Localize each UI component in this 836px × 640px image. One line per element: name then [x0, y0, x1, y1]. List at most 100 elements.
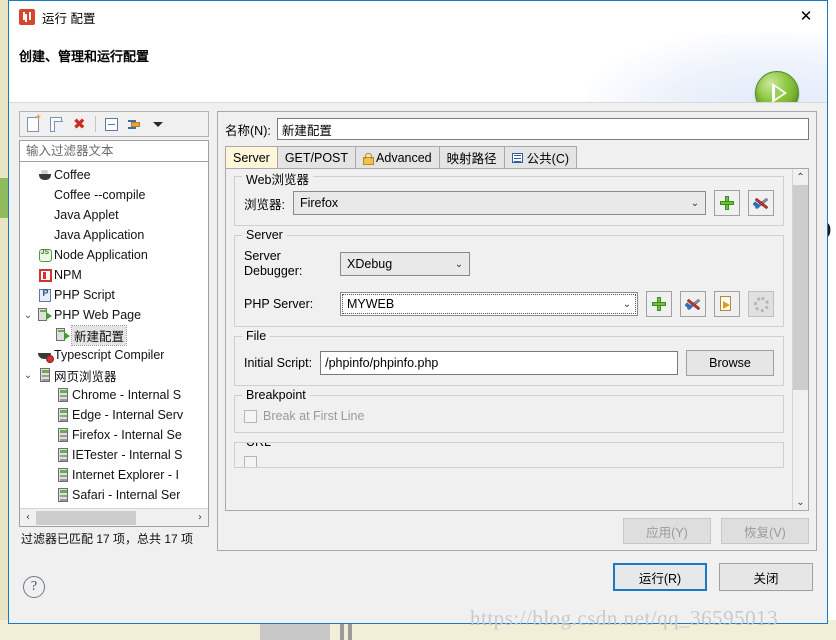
- breakpoint-group-label: Breakpoint: [242, 388, 310, 402]
- tree-item[interactable]: Coffee --compile: [20, 185, 208, 205]
- delete-configuration-button[interactable]: ✖: [71, 115, 88, 133]
- expand-toggle-icon[interactable]: ⌄: [20, 310, 36, 321]
- php-server-value: MYWEB: [347, 297, 395, 311]
- tab-label: Advanced: [376, 150, 432, 165]
- name-input[interactable]: [276, 118, 809, 140]
- tab-scroll-area: Web浏览器 浏览器: Firefox ⌄ Server Server Debu…: [226, 169, 792, 510]
- tree-item-label: Chrome - Internal S: [72, 388, 182, 402]
- php-server-row: PHP Server: MYWEB ⌄: [244, 291, 774, 317]
- close-button[interactable]: 关闭: [719, 563, 813, 591]
- tree-item[interactable]: Coffee: [20, 165, 208, 185]
- tree-item-label: Coffee: [54, 168, 91, 182]
- browser-icon: [54, 447, 72, 463]
- tree-item[interactable]: ⌄ 网页浏览器: [20, 365, 208, 385]
- break-first-line-checkbox: [244, 409, 257, 423]
- tree-item[interactable]: IETester - Internal S: [20, 445, 208, 465]
- php-server-label: PHP Server:: [244, 297, 314, 311]
- tree-item-label: Typescript Compiler: [54, 348, 165, 362]
- collapse-all-icon: [105, 117, 118, 131]
- help-question-icon[interactable]: ?: [23, 576, 45, 598]
- filter-input[interactable]: [24, 143, 204, 159]
- hscroll-track[interactable]: [36, 510, 192, 525]
- new-configuration-button[interactable]: [25, 113, 42, 133]
- browser-icon: [54, 407, 72, 423]
- tree-item[interactable]: Internet Explorer - I: [20, 465, 208, 485]
- tree-toolbar: ✖: [19, 111, 209, 137]
- lock-icon: [363, 152, 375, 165]
- typescript-icon: [36, 347, 54, 363]
- export-php-server-button[interactable]: [714, 291, 740, 317]
- node-icon: [36, 247, 54, 263]
- tree-item[interactable]: NPM: [20, 265, 208, 285]
- configure-php-server-button[interactable]: [680, 291, 706, 317]
- revert-button: 恢复(V): [721, 518, 809, 544]
- server-debugger-select[interactable]: XDebug ⌄: [340, 252, 470, 276]
- filter-box[interactable]: [19, 140, 209, 162]
- browser-value: Firefox: [299, 196, 339, 210]
- common-tab-icon: [511, 152, 523, 163]
- vscroll-thumb[interactable]: [793, 185, 808, 390]
- tab-label: Server: [233, 150, 270, 165]
- tab-advanced[interactable]: Advanced: [355, 146, 440, 168]
- browser-select[interactable]: Firefox ⌄: [292, 191, 706, 215]
- background-scrollbar-thumb: [260, 624, 330, 640]
- run-play-icon: [755, 71, 799, 102]
- tree-item[interactable]: Typescript Compiler: [20, 345, 208, 365]
- tree-item-label: Edge - Internal Serv: [72, 408, 184, 422]
- tab-getpost[interactable]: GET/POST: [276, 146, 357, 168]
- browser-icon: [36, 367, 54, 383]
- scroll-up-icon[interactable]: ⌃: [793, 169, 809, 185]
- collapse-all-button[interactable]: [103, 116, 120, 133]
- php-server-select[interactable]: MYWEB ⌄: [340, 292, 638, 316]
- scroll-down-icon[interactable]: ⌄: [793, 494, 809, 510]
- plus-icon: [652, 297, 666, 311]
- toolbar-menu-button[interactable]: [149, 116, 166, 133]
- initial-script-row: Initial Script: Browse: [244, 350, 774, 376]
- initial-script-input[interactable]: [320, 351, 678, 375]
- tree-item[interactable]: PHP Script: [20, 285, 208, 305]
- toolbar-separator: [95, 116, 96, 132]
- tree-item[interactable]: ⌄ PHP Web Page: [20, 305, 208, 325]
- duplicate-configuration-button[interactable]: [48, 116, 65, 133]
- filter-configurations-button[interactable]: [126, 116, 143, 133]
- expand-toggle-icon[interactable]: ⌄: [20, 370, 36, 381]
- vscroll-track[interactable]: [793, 185, 808, 494]
- add-php-server-button[interactable]: [646, 291, 672, 317]
- hscroll-thumb[interactable]: [36, 510, 136, 525]
- configurations-tree[interactable]: Coffee Coffee --compile Java Applet Java Ap…: [20, 162, 208, 508]
- tree-item[interactable]: Java Applet: [20, 205, 208, 225]
- dialog-header: 创建、管理和运行配置: [9, 33, 827, 103]
- dialog-footer: ? 运行(R) 关闭: [9, 551, 827, 623]
- configure-browser-button[interactable]: [748, 190, 774, 216]
- dialog-title: 运行 配置: [42, 11, 96, 26]
- tab-[interactable]: 映射路径: [438, 146, 505, 168]
- tree-item[interactable]: Safari - Internal Ser: [20, 485, 208, 505]
- tab-c[interactable]: 公共(C): [503, 146, 578, 168]
- tree-item[interactable]: Edge - Internal Serv: [20, 405, 208, 425]
- tools-icon: [684, 296, 701, 312]
- url-checkbox[interactable]: [244, 456, 257, 467]
- tab-server[interactable]: Server: [225, 146, 278, 168]
- php-server-settings-button: [748, 291, 774, 317]
- none: [36, 227, 54, 243]
- file-group: File Initial Script: Browse: [234, 329, 784, 386]
- dialog-body: ✖ Coffee Coffee --compile Java Applet Java …: [9, 103, 827, 551]
- apply-button: 应用(Y): [623, 518, 711, 544]
- tree-item[interactable]: Java Application: [20, 225, 208, 245]
- tree-horizontal-scrollbar[interactable]: ‹ ›: [20, 508, 208, 526]
- tree-item[interactable]: 新建配置: [20, 324, 208, 346]
- tree-item[interactable]: Firefox - Internal Se: [20, 425, 208, 445]
- tree-item[interactable]: Chrome - Internal S: [20, 385, 208, 405]
- run-button[interactable]: 运行(R): [613, 563, 707, 591]
- break-first-line-row[interactable]: Break at First Line: [244, 409, 774, 423]
- add-browser-button[interactable]: [714, 190, 740, 216]
- tree-item[interactable]: Node Application: [20, 245, 208, 265]
- close-icon[interactable]: ✕: [793, 5, 819, 27]
- tree-item-label: PHP Script: [54, 288, 115, 302]
- browser-icon: [54, 427, 72, 443]
- scroll-right-icon[interactable]: ›: [192, 510, 208, 526]
- browse-button[interactable]: Browse: [686, 350, 774, 376]
- scroll-left-icon[interactable]: ‹: [20, 510, 36, 526]
- chevron-down-icon: ⌄: [622, 298, 632, 310]
- tab-vertical-scrollbar[interactable]: ⌃ ⌄: [792, 169, 808, 510]
